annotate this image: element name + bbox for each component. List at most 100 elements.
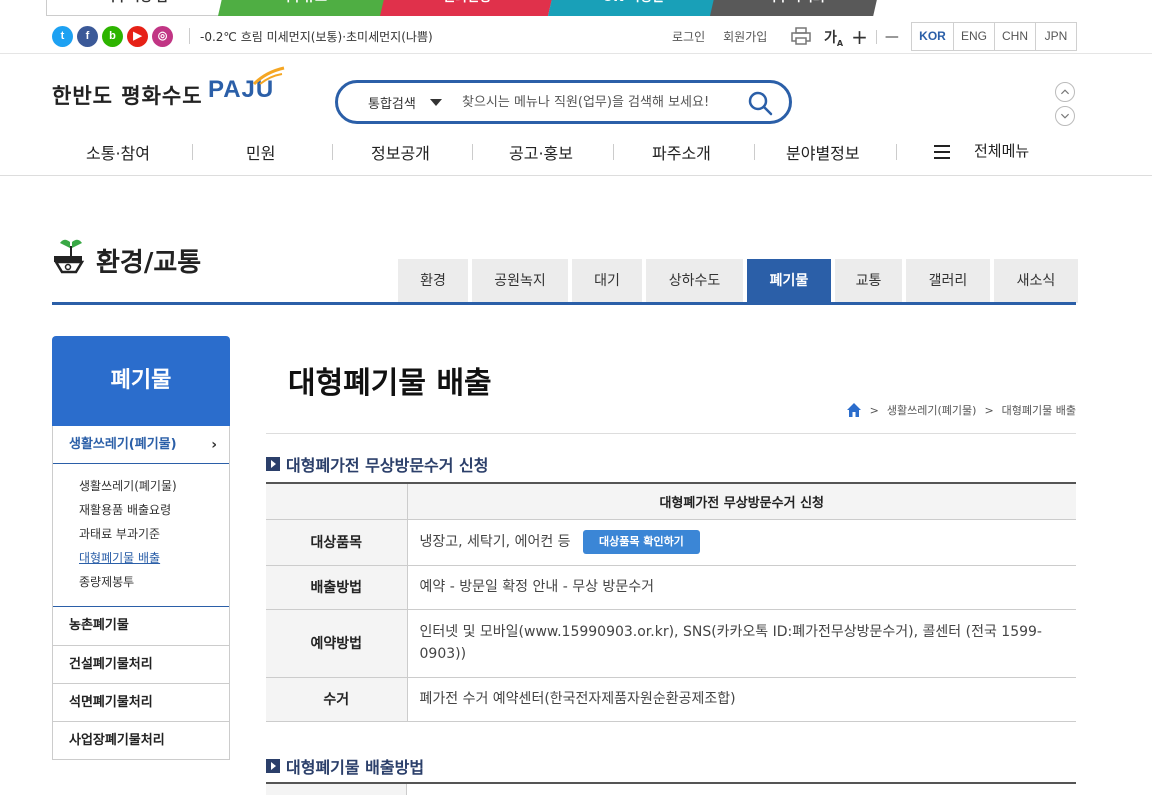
tab-1[interactable]: 공원녹지 xyxy=(472,259,568,303)
lnb-sub-list: 생활쓰레기(폐기물) 재활용품 배출요령 과태료 부과기준 대형폐기물 배출 종량제봉투 xyxy=(53,464,229,607)
home-icon[interactable] xyxy=(846,402,862,418)
search-input[interactable] xyxy=(462,90,732,114)
breadcrumb-item[interactable]: 대형폐기물 배출 xyxy=(1002,402,1076,418)
divider xyxy=(52,302,1076,305)
section-heading-text: 대형폐기물 배출방법 xyxy=(286,758,425,777)
row-value: 인터넷 및 모바일(www.15990903.or.kr), SNS(카카오톡 … xyxy=(407,609,1076,678)
lang-jpn[interactable]: JPN xyxy=(1035,23,1076,50)
gnb-item[interactable]: 분야별정보 xyxy=(786,140,860,164)
lnb-item[interactable]: 사업장폐기물처리 xyxy=(53,721,229,759)
blog-icon[interactable]: b xyxy=(102,26,123,47)
lang-kor[interactable]: KOR xyxy=(912,23,953,50)
table-row: 수거 폐가전 수거 예약센터(한국전자제품자원순환공제조합) xyxy=(266,677,1076,722)
site-tab-news[interactable]: 파주뉴스 xyxy=(218,0,388,16)
environment-icon xyxy=(53,239,85,274)
lnb-sub-item[interactable]: 대형폐기물 배출 xyxy=(79,546,229,570)
bullet-icon xyxy=(266,759,280,773)
logo-mark-icon xyxy=(252,66,285,86)
row-value: 폐가전 수거 예약센터(한국전자제품자원순환공제조합) xyxy=(407,677,1076,722)
search-icon[interactable] xyxy=(747,90,773,116)
print-icon[interactable] xyxy=(791,27,811,45)
lang-eng[interactable]: ENG xyxy=(953,23,994,50)
check-items-button[interactable]: 대상품목 확인하기 xyxy=(583,530,700,554)
gnb-item[interactable]: 공고·홍보 xyxy=(509,140,573,164)
page-title: 대형폐기물 배출 xyxy=(288,366,492,401)
gnb-item[interactable]: 파주소개 xyxy=(652,140,711,164)
section-heading: 대형폐기물 배출방법 xyxy=(266,754,424,778)
row-value: 냉장고, 세탁기, 에어컨 등 대상품목 확인하기 xyxy=(407,519,1076,566)
lnb-sub-item[interactable]: 재활용품 배출요령 xyxy=(79,498,229,522)
util-links: 로그인 회원가입 xyxy=(672,28,767,45)
lnb-sub-item[interactable]: 생활쓰레기(폐기물) xyxy=(79,474,229,498)
site-tab-culture[interactable]: 문화관광 xyxy=(380,0,555,16)
tab-0[interactable]: 환경 xyxy=(398,259,468,303)
site-tab-home[interactable]: 파주시청 홈 xyxy=(46,0,226,16)
caret-down-icon[interactable] xyxy=(430,99,442,106)
sub-tabs: 환경 공원녹지 대기 상하수도 폐기물 교통 갤러리 새소식 xyxy=(398,259,1078,303)
divider xyxy=(266,433,1076,434)
site-tab-council[interactable]: 파주시의회 xyxy=(710,0,880,16)
row-value: 예약 - 방문일 확정 안내 - 무상 방문수거 xyxy=(407,565,1076,610)
language-selector: KOR ENG CHN JPN xyxy=(911,22,1077,51)
tab-3[interactable]: 상하수도 xyxy=(646,259,743,303)
gnb-all-menu[interactable]: 전체메뉴 xyxy=(974,140,1029,161)
tab-4[interactable]: 폐기물 xyxy=(747,259,831,303)
lang-chn[interactable]: CHN xyxy=(994,23,1035,50)
tab-2[interactable]: 대기 xyxy=(572,259,642,303)
breadcrumb: > 생활쓰레기(폐기물) > 대형폐기물 배출 xyxy=(846,402,1076,418)
divider xyxy=(189,28,190,44)
row-label: 대상품목 xyxy=(266,519,408,566)
chevron-down-icon[interactable] xyxy=(1055,106,1075,126)
search-category-select[interactable]: 통합검색 xyxy=(368,93,416,112)
lnb-item-household-waste[interactable]: 생활쓰레기(폐기물) › xyxy=(53,426,229,464)
tab-6[interactable]: 갤러리 xyxy=(906,259,990,303)
font-size-control: 가A + — xyxy=(824,25,899,49)
lnb-sub-item[interactable]: 과태료 부과기준 xyxy=(79,522,229,546)
facebook-icon[interactable]: f xyxy=(77,26,98,47)
site-tab-mayor[interactable]: OK 시청실 xyxy=(548,0,718,16)
table-row: 대상품목 냉장고, 세탁기, 에어컨 등 대상품목 확인하기 xyxy=(266,519,1076,566)
divider xyxy=(192,144,193,160)
font-size-label: 가A xyxy=(824,29,844,48)
row-label: 예약방법 xyxy=(266,609,408,678)
row-label: 수거 xyxy=(266,677,408,722)
chevron-up-icon[interactable] xyxy=(1055,82,1075,102)
sns-links: t f b ▶ ◎ xyxy=(52,26,173,47)
tab-5[interactable]: 교통 xyxy=(835,259,902,303)
youtube-icon[interactable]: ▶ xyxy=(127,26,148,47)
table-header: 대형폐가전 무상방문수거 신청 xyxy=(407,483,1076,520)
divider xyxy=(613,144,614,160)
table-row: 배출방법 예약 - 방문일 확정 안내 - 무상 방문수거 xyxy=(266,565,1076,610)
breadcrumb-item[interactable]: 생활쓰레기(폐기물) xyxy=(887,402,977,418)
logo-text[interactable]: 한반도 평화수도 xyxy=(52,80,203,110)
lnb-title: 폐기물 xyxy=(52,336,230,426)
global-nav: 소통·참여 민원 정보공개 공고·홍보 파주소개 분야별정보 전체메뉴 xyxy=(52,136,1076,166)
lnb-item[interactable]: 석면폐기물처리 xyxy=(53,683,229,721)
divider xyxy=(0,175,1152,176)
row-label: 배출방법 xyxy=(266,565,408,610)
signup-link[interactable]: 회원가입 xyxy=(723,28,767,45)
section-heading: 대형폐가전 무상방문수거 신청 xyxy=(266,452,489,476)
font-decrease-button[interactable]: — xyxy=(885,29,899,45)
font-increase-button[interactable]: + xyxy=(851,25,868,49)
instagram-icon[interactable]: ◎ xyxy=(152,26,173,47)
lnb-items: 농촌폐기물 건설폐기물처리 석면폐기물처리 사업장폐기물처리 xyxy=(53,607,229,759)
lnb-sub-item[interactable]: 종량제봉투 xyxy=(79,570,229,594)
row-label xyxy=(266,784,407,795)
divider xyxy=(875,30,877,44)
site-tabs: 파주시청 홈 파주뉴스 문화관광 OK 시청실 파주시의회 xyxy=(0,0,1152,16)
menu-icon[interactable] xyxy=(934,145,950,159)
gnb-item[interactable]: 민원 xyxy=(246,140,275,164)
lnb-item[interactable]: 농촌폐기물 xyxy=(53,607,229,645)
section-heading-text: 대형폐가전 무상방문수거 신청 xyxy=(286,456,489,475)
weather-info: -0.2℃ 흐림 미세먼지(보통)·초미세먼지(나쁨) xyxy=(200,30,433,44)
section-title: 환경/교통 xyxy=(96,248,202,278)
table-row: 예약방법 인터넷 및 모바일(www.15990903.or.kr), SNS(… xyxy=(266,609,1076,678)
login-link[interactable]: 로그인 xyxy=(672,28,705,45)
gnb-item[interactable]: 소통·참여 xyxy=(86,140,150,164)
left-nav: 생활쓰레기(폐기물) › 생활쓰레기(폐기물) 재활용품 배출요령 과태료 부과기준… xyxy=(52,426,230,760)
tab-7[interactable]: 새소식 xyxy=(994,259,1078,303)
lnb-item[interactable]: 건설폐기물처리 xyxy=(53,645,229,683)
gnb-item[interactable]: 정보공개 xyxy=(371,140,430,164)
twitter-icon[interactable]: t xyxy=(52,26,73,47)
